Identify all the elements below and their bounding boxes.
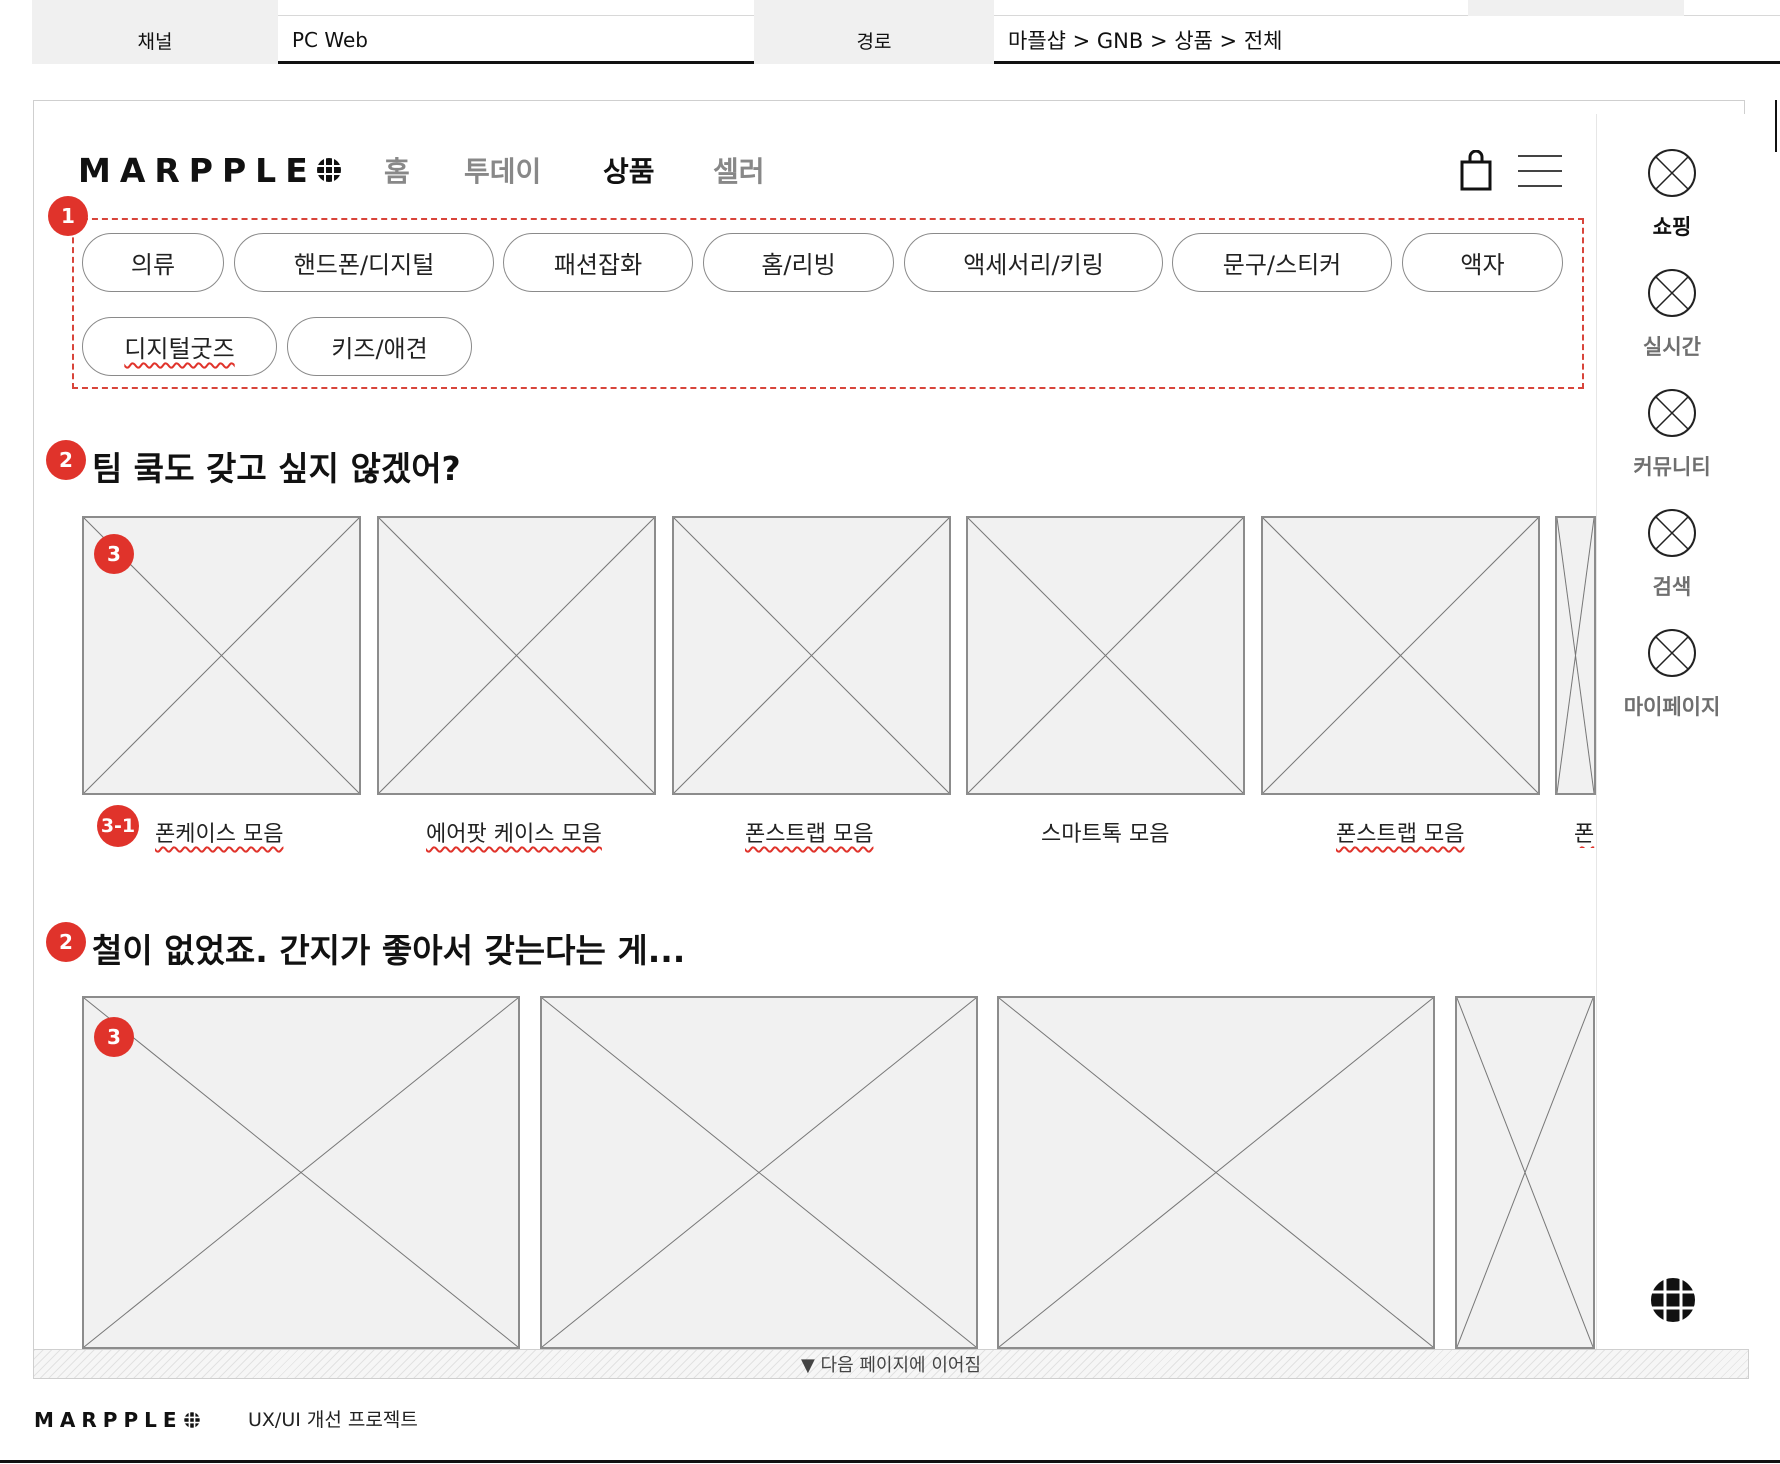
marpple-logo[interactable]: MARPPLE xyxy=(78,150,343,190)
rail-realtime[interactable]: 실시간 xyxy=(1597,268,1747,361)
category-chip-digital-goods[interactable]: 디지털굿즈 xyxy=(82,317,277,376)
annotation-badge-2a: 2 xyxy=(46,440,86,480)
category-chip-home-living[interactable]: 홈/리빙 xyxy=(703,233,894,292)
bottom-divider xyxy=(0,1460,1780,1463)
globe-icon xyxy=(183,1412,200,1428)
thumb-caption[interactable]: 폰스트랩 모음 xyxy=(745,816,873,848)
thumb-caption[interactable]: 스마트톡 모음 xyxy=(1041,816,1169,848)
hamburger-menu-icon[interactable] xyxy=(1518,154,1562,188)
image-placeholder-icon xyxy=(84,998,518,1347)
product-thumb[interactable] xyxy=(672,516,951,795)
caption-text: 스마트톡 모음 xyxy=(1041,822,1170,847)
rail-label: 쇼핑 xyxy=(1652,215,1692,239)
image-placeholder-icon xyxy=(379,518,654,793)
annotation-badge-3a: 3 xyxy=(94,534,134,574)
image-placeholder-icon xyxy=(1263,518,1538,793)
globe-icon[interactable] xyxy=(1649,1276,1697,1324)
placeholder-circle-icon xyxy=(1648,389,1696,437)
annotation-badge-3b: 3 xyxy=(94,1017,134,1057)
product-thumb-wide[interactable] xyxy=(997,996,1435,1349)
logo-text: MARPPLE xyxy=(78,150,317,190)
product-thumb-wide[interactable] xyxy=(540,996,978,1349)
annotation-badge-3-1: 3-1 xyxy=(97,805,139,847)
category-chip-frame[interactable]: 액자 xyxy=(1402,233,1563,292)
wireframe-page: 채널 PC Web 경로 마플샵 > GNB > 상품 > 전체 MARPPLE… xyxy=(0,0,1780,1464)
gnb-products[interactable]: 상품 xyxy=(603,150,655,190)
footer-text: UX/UI 개선 프로젝트 xyxy=(248,1409,418,1431)
rail-search[interactable]: 검색 xyxy=(1597,508,1747,601)
category-chip-clothing[interactable]: 의류 xyxy=(82,233,224,292)
category-chip-stationery[interactable]: 문구/스티커 xyxy=(1172,233,1392,292)
caption-text: 폰케이스 모음 xyxy=(155,822,284,847)
product-thumb-wide[interactable] xyxy=(82,996,520,1349)
thumb-caption[interactable]: 에어팟 케이스 모음 xyxy=(426,816,602,848)
channel-label: 채널 xyxy=(32,16,278,64)
channel-value: PC Web xyxy=(292,28,368,52)
caption-text: 에어팟 케이스 모음 xyxy=(426,822,602,847)
rail-mypage[interactable]: 마이페이지 xyxy=(1597,628,1747,721)
category-chip-phone-digital[interactable]: 핸드폰/디지털 xyxy=(234,233,494,292)
right-quick-menu: 쇼핑실시간커뮤니티검색마이페이지 xyxy=(1596,114,1746,1349)
thumb-caption[interactable]: 폰스트랩 모음 xyxy=(1336,816,1464,848)
image-placeholder-icon xyxy=(999,998,1433,1347)
image-placeholder-icon xyxy=(1557,518,1594,793)
path-label: 경로 xyxy=(754,16,994,64)
category-chip-fashion[interactable]: 패션잡화 xyxy=(503,233,693,292)
placeholder-circle-icon xyxy=(1648,629,1696,677)
image-placeholder-icon xyxy=(1457,998,1593,1347)
section-title-2: 철이 없었죠. 간지가 좋아서 갖는다는 게... xyxy=(92,931,686,970)
footer-logo: MARPPLE xyxy=(34,1408,201,1432)
rail-label: 실시간 xyxy=(1643,335,1701,359)
path-value: 마플샵 > GNB > 상품 > 전체 xyxy=(1008,29,1283,53)
spec-row-cut xyxy=(32,0,1780,16)
annotation-badge-1: 1 xyxy=(48,196,88,236)
shopping-bag-icon[interactable] xyxy=(1458,150,1494,192)
product-thumb[interactable] xyxy=(1555,516,1596,795)
rail-label: 커뮤니티 xyxy=(1633,455,1711,479)
product-thumb[interactable] xyxy=(1261,516,1540,795)
thumb-caption[interactable]: 폰 xyxy=(1574,816,1596,848)
rail-label: 마이페이지 xyxy=(1623,695,1721,719)
rail-shopping[interactable]: 쇼핑 xyxy=(1597,148,1747,241)
annotation-badge-2b: 2 xyxy=(46,922,86,962)
image-placeholder-icon xyxy=(674,518,949,793)
placeholder-circle-icon xyxy=(1648,509,1696,557)
rail-community[interactable]: 커뮤니티 xyxy=(1597,388,1747,481)
caption-text: 폰스트랩 모음 xyxy=(745,822,874,847)
product-thumb[interactable] xyxy=(377,516,656,795)
edge-mark xyxy=(1775,100,1777,152)
image-placeholder-icon xyxy=(968,518,1243,793)
chip-label: 디지털굿즈 xyxy=(124,335,235,363)
placeholder-circle-icon xyxy=(1648,269,1696,317)
gnb-home[interactable]: 홈 xyxy=(384,150,410,190)
globe-icon xyxy=(316,158,341,182)
category-chip-kids-pet[interactable]: 키즈/애견 xyxy=(287,317,472,376)
caption-text: 폰 xyxy=(1574,822,1595,847)
image-placeholder-icon xyxy=(542,998,976,1347)
caption-text: 폰스트랩 모음 xyxy=(1336,822,1465,847)
gnb-seller[interactable]: 셀러 xyxy=(713,150,765,190)
section-title-1: 팀 쿸도 갖고 싶지 않겠어? xyxy=(92,449,461,488)
placeholder-circle-icon xyxy=(1648,149,1696,197)
footer-logo-text: MARPPLE xyxy=(34,1408,183,1432)
category-chip-accessory[interactable]: 액세서리/키링 xyxy=(904,233,1163,292)
gnb-today[interactable]: 투데이 xyxy=(464,150,541,190)
product-thumb-wide[interactable] xyxy=(1455,996,1595,1349)
product-thumb[interactable] xyxy=(966,516,1245,795)
rail-label: 검색 xyxy=(1652,575,1692,599)
thumb-caption[interactable]: 폰케이스 모음 xyxy=(155,816,283,848)
continue-bar: ▼ 다음 페이지에 이어짐 xyxy=(33,1349,1749,1379)
spec-table: 채널 PC Web 경로 마플샵 > GNB > 상품 > 전체 xyxy=(32,16,1780,64)
